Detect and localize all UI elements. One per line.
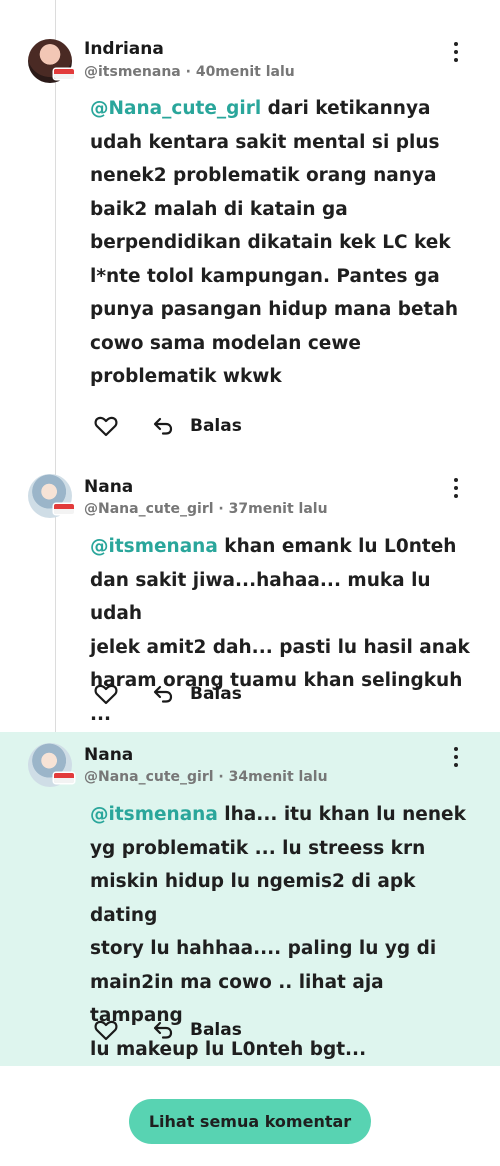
reply-label: Balas — [190, 1020, 242, 1040]
comment-text: @Nana_cute_girl dari ketikannya udah ken… — [90, 92, 480, 394]
comment-2: Nana @Nana_cute_girl · 37menit lalu @its… — [0, 460, 500, 732]
comment-1: Indriana @itsmenana · 40menit lalu @Nana… — [0, 0, 500, 460]
comment-line: berpendidikan dikatain kek LC kek — [90, 232, 451, 253]
indonesia-flag-icon — [54, 773, 74, 783]
author-name[interactable]: Nana — [84, 745, 133, 765]
reply-arrow-icon — [153, 417, 173, 435]
comment-line: punya pasangan hidup mana betah — [90, 299, 459, 320]
reply-arrow-icon — [153, 1021, 173, 1039]
reply-button[interactable]: Balas — [152, 1020, 242, 1040]
view-all-comments-button[interactable]: Lihat semua komentar — [129, 1099, 371, 1144]
author-handle: @itsmenana — [84, 64, 181, 80]
mention-link[interactable]: @itsmenana — [90, 804, 218, 825]
reply-label: Balas — [190, 416, 242, 436]
reply-arrow-icon — [153, 685, 173, 703]
more-options-icon[interactable] — [448, 747, 464, 767]
reply-button[interactable]: Balas — [152, 684, 242, 704]
comment-meta: @Nana_cute_girl · 34menit lalu — [84, 769, 328, 785]
comment-actions: Balas — [94, 682, 242, 706]
comment-line: l*nte tolol kampungan. Pantes ga — [90, 265, 440, 287]
comment-line: nenek2 problematik orang nanya — [90, 165, 437, 186]
timestamp: 37menit lalu — [228, 501, 328, 517]
comment-3: Nana @Nana_cute_girl · 34menit lalu @its… — [0, 732, 500, 1066]
comment-line: jelek amit2 dah... pasti lu hasil anak — [90, 636, 470, 658]
timestamp: 34menit lalu — [228, 769, 328, 785]
more-options-icon[interactable] — [448, 42, 464, 62]
more-options-icon[interactable] — [448, 478, 464, 498]
author-name[interactable]: Nana — [84, 477, 133, 497]
like-heart-icon[interactable] — [94, 415, 118, 437]
comment-line: story lu hahhaa.... paling lu yg di — [90, 938, 437, 959]
mention-link[interactable]: @itsmenana — [90, 536, 218, 557]
comment-line: yg problematik ... lu streess krn — [90, 837, 426, 859]
comment-line: lha... itu khan lu nenek — [224, 804, 466, 825]
comment-line: baik2 malah di katain ga — [90, 198, 348, 220]
indonesia-flag-icon — [54, 504, 74, 514]
reply-label: Balas — [190, 684, 242, 704]
comment-line: problematik wkwk — [90, 366, 282, 387]
like-heart-icon[interactable] — [94, 1019, 118, 1041]
comment-meta: @Nana_cute_girl · 37menit lalu — [84, 501, 328, 517]
author-name[interactable]: Indriana — [84, 39, 164, 59]
reply-button[interactable]: Balas — [152, 416, 242, 436]
author-handle: @Nana_cute_girl — [84, 501, 214, 517]
author-handle: @Nana_cute_girl — [84, 769, 214, 785]
comment-line: dari ketikannya — [267, 98, 431, 119]
comment-line: udah kentara sakit mental si plus — [90, 131, 440, 153]
comment-actions: Balas — [94, 1018, 242, 1042]
mention-link[interactable]: @Nana_cute_girl — [90, 98, 261, 119]
comment-line: dan sakit jiwa...hahaa... muka lu udah — [90, 569, 431, 625]
comment-line: miskin hidup lu ngemis2 di apk dating — [90, 871, 416, 926]
comment-line: khan emank lu L0nteh — [224, 536, 457, 557]
indonesia-flag-icon — [54, 69, 74, 79]
comment-actions: Balas — [94, 414, 242, 438]
comment-meta: @itsmenana · 40menit lalu — [84, 64, 295, 80]
comment-line: cowo sama modelan cewe — [90, 332, 361, 354]
timestamp: 40menit lalu — [195, 64, 295, 80]
like-heart-icon[interactable] — [94, 683, 118, 705]
